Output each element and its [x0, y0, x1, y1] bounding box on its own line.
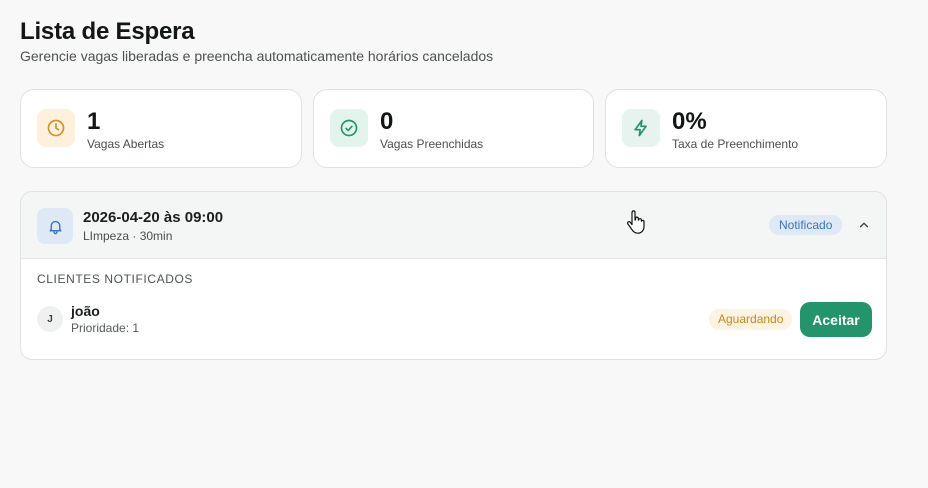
avatar: J [37, 306, 63, 332]
page-subtitle: Gerencie vagas liberadas e preencha auto… [20, 48, 494, 64]
client-priority: Prioridade: 1 [71, 321, 140, 335]
stat-value: 1 [87, 108, 101, 135]
client-name: joão [71, 303, 100, 319]
stat-label: Vagas Abertas [87, 137, 165, 151]
clock-icon [37, 109, 75, 147]
slot-datetime: 2026-04-20 às 09:00 [83, 209, 224, 226]
page-title: Lista de Espera [20, 18, 195, 45]
slot-header[interactable]: 2026-04-20 às 09:00 LImpeza · 30min Noti… [21, 192, 886, 259]
status-badge: Notificado [769, 215, 843, 235]
stat-label: Taxa de Preenchimento [672, 137, 799, 151]
status-badge: Aguardando [709, 309, 793, 330]
stat-card-open-slots: 1 Vagas Abertas [20, 89, 302, 168]
slot-panel: 2026-04-20 às 09:00 LImpeza · 30min Noti… [20, 191, 887, 360]
stat-value: 0% [672, 108, 707, 135]
stat-card-filled-slots: 0 Vagas Preenchidas [313, 89, 594, 168]
section-label: CLIENTES NOTIFICADOS [37, 272, 194, 286]
bell-icon [37, 208, 73, 244]
check-circle-icon [330, 109, 368, 147]
lightning-icon [622, 109, 660, 147]
chevron-up-icon[interactable] [855, 216, 873, 234]
stat-value: 0 [380, 108, 394, 135]
slot-service-duration: LImpeza · 30min [83, 229, 173, 243]
hand-cursor-icon [627, 210, 645, 234]
accept-button[interactable]: Aceitar [800, 302, 872, 337]
list-item: J joão Prioridade: 1 Aguardando Aceitar [21, 297, 886, 345]
stat-card-fill-rate: 0% Taxa de Preenchimento [605, 89, 887, 168]
stat-label: Vagas Preenchidas [380, 137, 484, 151]
